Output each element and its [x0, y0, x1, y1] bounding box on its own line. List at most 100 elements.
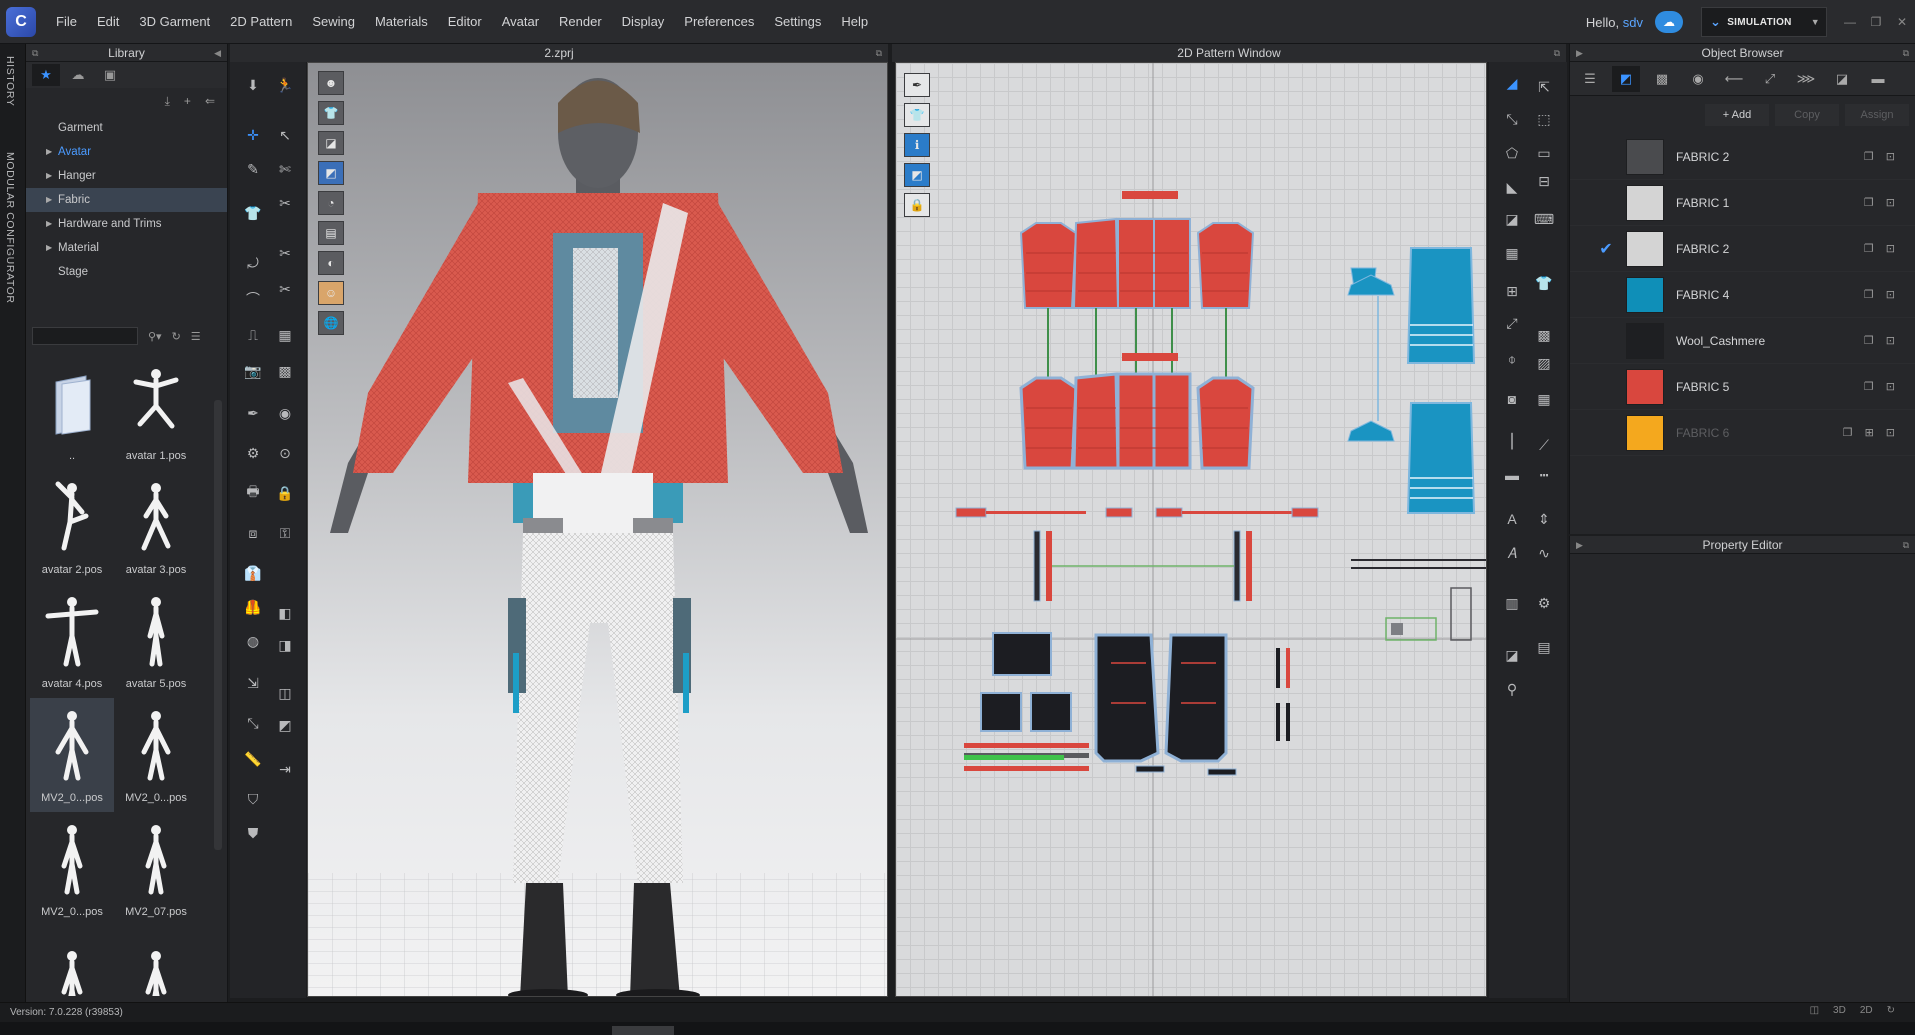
list-view-icon[interactable]: ☰ [191, 330, 201, 343]
garment-icon[interactable]: 👕 [240, 202, 266, 224]
tree-item-stage[interactable]: Stage [26, 260, 227, 284]
layer-icon[interactable]: ◫ [272, 682, 298, 704]
lock-view-icon[interactable]: 🔒 [904, 193, 930, 217]
sew-line-icon[interactable]: ⎮ [1499, 430, 1525, 452]
print-icon[interactable]: 🖶 [240, 482, 266, 504]
fabric-row[interactable]: FABRIC 1 ❐ ⊡ [1570, 180, 1915, 226]
tree-item-fabric[interactable]: ▶ Fabric [26, 188, 227, 212]
copy-button[interactable]: Copy [1775, 104, 1839, 126]
pin-icon[interactable]: ✄ [272, 158, 298, 180]
expand-arrow-icon[interactable]: ▶ [46, 140, 52, 164]
collapse-icon[interactable]: ▶ [1576, 44, 1583, 62]
polygon-icon[interactable]: ⬠ [1499, 142, 1525, 164]
delete-fabric-icon[interactable]: ⊡ [1886, 288, 1895, 301]
segment-icon[interactable]: ⊟ [1531, 170, 1557, 192]
split-view-icon[interactable]: ◫ [1810, 1005, 1819, 1016]
sewing-machine-icon[interactable]: ⌨ [1531, 208, 1557, 230]
delete-fabric-icon[interactable]: ⊡ [1886, 334, 1895, 347]
undock-icon[interactable]: ⧉ [876, 44, 882, 62]
pen-icon[interactable]: ✒ [240, 402, 266, 424]
fabric-tab-icon[interactable]: ◩ [1612, 65, 1640, 92]
tree-item-material[interactable]: ▶ Material [26, 236, 227, 260]
thumb-item[interactable]: avatar 1.pos [114, 356, 198, 470]
measure-icon[interactable]: ⇲ [240, 672, 266, 694]
pants-icon[interactable]: ⛉ [240, 788, 266, 810]
menu-preferences[interactable]: Preferences [674, 14, 764, 29]
search-input[interactable] [32, 327, 138, 345]
undock-icon[interactable]: ⧉ [32, 44, 38, 62]
edit-point-icon[interactable]: ⤡ [1499, 108, 1525, 130]
modular-configurator-tab[interactable]: MODULAR CONFIGURATOR [4, 152, 16, 304]
thumb-item[interactable]: MV2_07.pos [114, 812, 198, 926]
skin-display-icon[interactable]: ◔ [318, 191, 344, 215]
search-icon[interactable]: ⚲▾ [148, 330, 162, 343]
notch-icon[interactable]: ⇕ [1531, 508, 1557, 530]
trace-icon[interactable]: ⤢ [1499, 312, 1525, 334]
refresh-icon[interactable]: ↻ [172, 330, 181, 343]
checker-icon[interactable]: ▩ [272, 360, 298, 382]
thumb-item[interactable]: avatar 5.pos [114, 584, 198, 698]
topstitch-tab-icon[interactable]: ⤢ [1756, 66, 1784, 92]
info-icon[interactable]: ℹ [904, 133, 930, 157]
copy-fabric-icon[interactable]: ❐ [1864, 242, 1874, 255]
user-name[interactable]: sdv [1623, 15, 1643, 30]
zipper-icon[interactable]: ⚙ [240, 442, 266, 464]
mesh-display-icon[interactable]: ◩ [318, 161, 344, 185]
select-mesh-icon[interactable]: ↖ [272, 124, 298, 146]
ruler-icon[interactable]: 📏 [240, 748, 266, 770]
mode-selector[interactable]: ⌄ SIMULATION ▼ [1701, 7, 1827, 37]
fold-icon[interactable]: ✂ [272, 192, 298, 214]
expand-arrow-icon[interactable]: ▶ [46, 212, 52, 236]
pattern-icon[interactable]: ▩ [1531, 324, 1557, 346]
button-icon[interactable]: ◉ [272, 402, 298, 424]
simulation-run-icon[interactable]: 🏃 [272, 74, 298, 96]
folder-up-item[interactable]: .. [30, 356, 114, 470]
pattern-display-icon[interactable]: ▤ [318, 221, 344, 245]
tree-item-hardware-and-trims[interactable]: ▶ Hardware and Trims [26, 212, 227, 236]
view-3d-button[interactable]: 3D [1833, 1005, 1846, 1016]
line-icon[interactable]: ⌒ [240, 288, 266, 310]
copy-fabric-icon[interactable]: ❐ [1864, 380, 1874, 393]
pleat-icon[interactable]: ◪ [1499, 644, 1525, 666]
camera-icon[interactable]: 📷 [240, 360, 266, 382]
lock2-icon[interactable]: ⚿ [272, 522, 298, 544]
menu-2d-pattern[interactable]: 2D Pattern [220, 14, 302, 29]
delete-fabric-icon[interactable]: ⊡ [1886, 150, 1895, 163]
fabric-row-selected[interactable]: ✔ FABRIC 2 ❐ ⊡ [1570, 226, 1915, 272]
sync-icon[interactable]: ↻ [1887, 1005, 1895, 1016]
vest-icon[interactable]: 🦺 [240, 596, 266, 618]
zipper-2d-icon[interactable]: ⚙ [1531, 592, 1557, 614]
fold-2d-icon[interactable]: ◣ [1499, 176, 1525, 198]
pen-tool-icon[interactable]: ✒ [904, 73, 930, 97]
wave-icon[interactable]: ∿ [1531, 542, 1557, 564]
button-tab-icon[interactable]: ◉ [1684, 66, 1712, 92]
delete-fabric-icon[interactable]: ⊡ [1886, 426, 1895, 439]
tape-2d-icon[interactable]: ▬ [1499, 464, 1525, 486]
tree-item-hanger[interactable]: ▶ Hanger [26, 164, 227, 188]
copy-fabric-icon[interactable]: ❐ [1843, 426, 1853, 439]
expand-arrow-icon[interactable]: ▶ [46, 188, 52, 212]
cloud-icon[interactable]: ☁ [1655, 11, 1683, 33]
graphic-icon[interactable]: ⊞ [1499, 280, 1525, 302]
thumb-item[interactable]: avatar 3.pos [114, 470, 198, 584]
thumb-item[interactable] [30, 926, 114, 996]
garment-view-icon[interactable]: 👕 [904, 103, 930, 127]
hanger-icon[interactable]: ◍ [240, 630, 266, 652]
shading-icon[interactable]: ◐ [318, 251, 344, 275]
dashed-line-icon[interactable]: ┅ [1531, 464, 1557, 486]
tshirt-icon[interactable]: 👕 [1531, 272, 1557, 294]
fabric-row[interactable]: FABRIC 4 ❐ ⊡ [1570, 272, 1915, 318]
expand-arrow-icon[interactable]: ▶ [46, 236, 52, 260]
fabric-row[interactable]: Wool_Cashmere ❐ ⊡ [1570, 318, 1915, 364]
buttonhole-tab-icon[interactable]: ⟵ [1720, 66, 1748, 92]
menu-render[interactable]: Render [549, 14, 612, 29]
undock-icon[interactable]: ⧉ [1903, 536, 1909, 554]
fabric-row[interactable]: FABRIC 2 ❐ ⊡ [1570, 134, 1915, 180]
collapse-icon[interactable]: ◀ [214, 44, 221, 62]
library-scrollbar[interactable] [214, 400, 222, 850]
thumb-item[interactable]: avatar 4.pos [30, 584, 114, 698]
target-icon[interactable]: ⊙ [272, 442, 298, 464]
undock-icon[interactable]: ⧉ [1903, 44, 1909, 62]
fabric-row[interactable]: FABRIC 6 ❐ ⊞ ⊡ [1570, 410, 1915, 456]
button-2d-icon[interactable]: ▤ [1531, 636, 1557, 658]
